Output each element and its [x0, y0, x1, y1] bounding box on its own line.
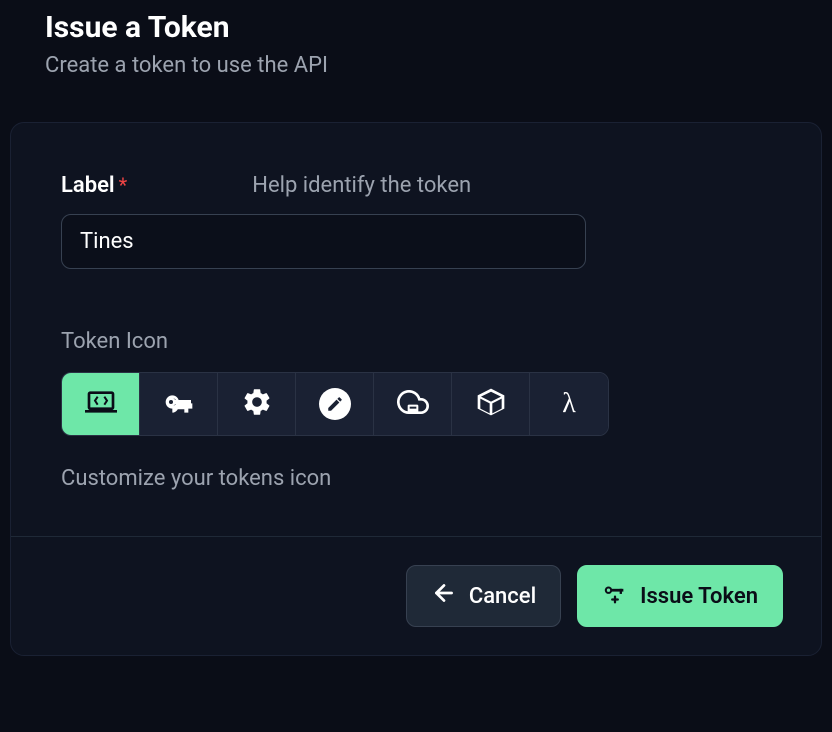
pen-icon	[319, 388, 351, 420]
icon-option-laptop-code[interactable]	[62, 373, 140, 435]
laptop-code-icon	[85, 386, 117, 422]
arrow-left-icon	[431, 580, 457, 612]
icon-option-key[interactable]	[140, 373, 218, 435]
page-title: Issue a Token	[45, 10, 787, 45]
icon-option-grid: λ	[61, 372, 609, 436]
key-plus-icon	[602, 580, 628, 612]
icon-option-cloud-download[interactable]	[374, 373, 452, 435]
icon-option-pen[interactable]	[296, 373, 374, 435]
cancel-button[interactable]: Cancel	[406, 565, 561, 627]
cube-icon	[475, 386, 507, 422]
page-subtitle: Create a token to use the API	[45, 53, 787, 78]
key-icon	[163, 386, 195, 422]
label-field-help: Help identify the token	[252, 173, 471, 198]
gear-icon	[241, 386, 273, 422]
form-card: Label* Help identify the token Token Ico…	[10, 122, 822, 656]
card-footer: Cancel Issue Token	[11, 536, 821, 655]
cloud-download-icon	[397, 386, 429, 422]
icon-section-help: Customize your tokens icon	[61, 466, 771, 491]
label-field-header: Label* Help identify the token	[61, 173, 771, 198]
label-field-label: Label	[61, 173, 115, 198]
lambda-icon: λ	[562, 388, 576, 420]
icon-section-label: Token Icon	[61, 329, 771, 354]
issue-token-button-label: Issue Token	[640, 584, 758, 609]
cancel-button-label: Cancel	[469, 584, 536, 609]
icon-option-lambda[interactable]: λ	[530, 373, 608, 435]
required-asterisk: *	[119, 173, 128, 197]
icon-option-gear[interactable]	[218, 373, 296, 435]
issue-token-button[interactable]: Issue Token	[577, 565, 783, 627]
icon-option-cube[interactable]	[452, 373, 530, 435]
card-body: Label* Help identify the token Token Ico…	[11, 123, 821, 536]
label-input[interactable]	[61, 214, 586, 269]
